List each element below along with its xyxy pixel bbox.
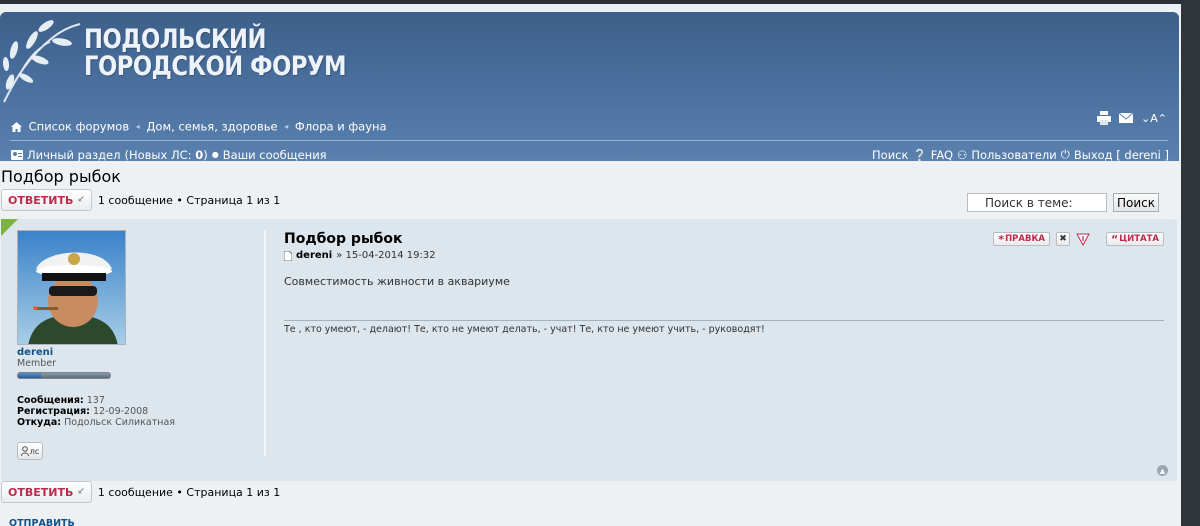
reply-arrow-icon: ↙ [77, 487, 85, 497]
quote-icon: “ [1111, 232, 1119, 246]
quote-button-label: ЦИТАТА [1119, 234, 1159, 244]
avatar-image [18, 231, 125, 344]
delete-button[interactable]: ✖ [1056, 232, 1070, 246]
topic-search-input[interactable] [967, 193, 1107, 212]
post-signature: Те , кто умеют, - делают! Те, кто не уме… [284, 324, 765, 335]
bottom-action-bar: ОТВЕТИТЬ ↙ 1 сообщение • Страница 1 из 1 [1, 481, 280, 503]
reply-button-bottom[interactable]: ОТВЕТИТЬ ↙ [1, 481, 92, 503]
rank-progress-bar [17, 372, 111, 379]
personal-section-link[interactable]: Личный раздел [27, 148, 120, 162]
person-icon [20, 446, 29, 456]
breadcrumb-separator-icon: ◂ [284, 122, 289, 131]
new-pm-count: 0 [195, 147, 204, 162]
location-value: Подольск Силикатная [64, 417, 176, 428]
unread-corner-marker [1, 219, 18, 236]
edit-button-label: ПРАВКА [1005, 234, 1045, 244]
your-posts-link[interactable]: Ваши сообщения [223, 148, 327, 162]
breadcrumb-flora-fauna[interactable]: Флора и фауна [295, 120, 387, 134]
search-link[interactable]: Поиск [872, 148, 908, 162]
logo-line-1: ПОДОЛЬСКИЙ [84, 24, 266, 55]
user-navbar: Личный раздел (Новых ЛС: 0) ● Ваши сообщ… [11, 147, 1169, 162]
members-icon: ⚇ [957, 147, 968, 162]
reply-button-label: ОТВЕТИТЬ [8, 193, 74, 207]
post-author-profile: dereni Member Сообщения: 137 Регистрация… [17, 230, 257, 460]
quote-button[interactable]: “ЦИТАТА [1106, 232, 1164, 246]
breadcrumb: Список форумов ◂ Дом, семья, здоровье ◂ … [11, 119, 387, 134]
forum-header: ПОДОЛЬСКИЙ ГОРОДСКОЙ ФОРУМ Список форумо… [0, 12, 1179, 162]
reply-button[interactable]: ОТВЕТИТЬ ↙ [1, 189, 92, 211]
forum-page: ПОДОЛЬСКИЙ ГОРОДСКОЙ ФОРУМ Список форумо… [0, 4, 1181, 526]
bullet-separator-icon: ● [211, 150, 219, 159]
home-icon [11, 121, 22, 132]
post: dereni Member Сообщения: 137 Регистрация… [1, 219, 1177, 481]
faq-link[interactable]: FAQ [931, 148, 953, 162]
post-author-rank: Member [17, 358, 57, 369]
reply-button-label: ОТВЕТИТЬ [8, 485, 74, 499]
location-label: Откуда: [17, 417, 62, 428]
power-icon: ⏻ [1060, 147, 1070, 161]
pm-label: лс [29, 446, 40, 456]
breadcrumb-home-family-health[interactable]: Дом, семья, здоровье [146, 120, 277, 134]
post-icon [284, 250, 292, 261]
header-tools: ⌄A⌃ [1097, 111, 1167, 125]
olive-branch-logo-icon [2, 20, 81, 103]
registration-value: 12-09-2008 [93, 406, 149, 417]
new-pm-suffix: ) [203, 147, 208, 162]
post-column-divider [264, 230, 266, 456]
post-body: Подбор рыбок dereni » 15-04-2014 19:32 С… [284, 231, 1164, 335]
post-content: Совместимость живности в аквариуме [284, 275, 510, 288]
header-divider [10, 140, 1168, 141]
logout-link[interactable]: Выход [ dereni ] [1074, 148, 1169, 162]
new-pm-prefix: (Новых ЛС: [124, 147, 196, 162]
back-to-top-icon[interactable]: ▲ [1157, 465, 1168, 476]
edit-button[interactable]: * ПРАВКА [993, 232, 1050, 246]
report-icon[interactable] [1076, 233, 1090, 246]
topic-search-button[interactable]: Поиск [1113, 193, 1159, 212]
send-pm-button[interactable]: лс [17, 442, 43, 460]
email-icon[interactable] [1119, 113, 1134, 123]
font-size-toggle[interactable]: ⌄A⌃ [1141, 112, 1167, 125]
window-frame-right [1181, 0, 1200, 526]
post-author-name[interactable]: dereni [17, 347, 257, 358]
breadcrumb-forum-list[interactable]: Список форумов [29, 120, 129, 134]
topic-search: Поиск [967, 193, 1159, 212]
post-meta-date: » 15-04-2014 19:32 [336, 250, 436, 261]
posts-count-value[interactable]: 137 [87, 395, 105, 406]
reply-arrow-icon: ↙ [77, 195, 85, 205]
user-card-icon [11, 149, 23, 160]
post-buttons: * ПРАВКА ✖ “ЦИТАТА [993, 232, 1164, 246]
logo-line-2: ГОРОДСКОЙ ФОРУМ [84, 51, 347, 82]
members-link[interactable]: Пользователи [971, 148, 1056, 162]
print-icon[interactable] [1097, 111, 1112, 125]
post-meta-author[interactable]: dereni [296, 250, 332, 261]
delete-icon: ✖ [1059, 234, 1067, 244]
signature-divider [284, 320, 1164, 321]
avatar[interactable] [17, 230, 126, 345]
pagination-info-bottom: 1 сообщение • Страница 1 из 1 [97, 485, 281, 499]
pagination-info: 1 сообщение • Страница 1 из 1 [97, 193, 281, 207]
new-pm-link[interactable]: (Новых ЛС: 0) [124, 148, 207, 162]
top-action-bar: ОТВЕТИТЬ ↙ 1 сообщение • Страница 1 из 1 [1, 189, 280, 211]
posts-count-label: Сообщения: [17, 395, 84, 406]
edit-icon: * [998, 232, 1005, 246]
rank-progress-fill [18, 373, 41, 378]
profile-stats: Сообщения: 137 Регистрация: 12-09-2008 О… [17, 395, 257, 428]
send-link[interactable]: ОТПРАВИТЬ [9, 518, 75, 526]
forum-logo-text[interactable]: ПОДОЛЬСКИЙ ГОРОДСКОЙ ФОРУМ [84, 24, 347, 82]
faq-icon: ❔ [912, 147, 927, 162]
post-meta: dereni » 15-04-2014 19:32 [284, 250, 1164, 261]
topic-title[interactable]: Подбор рыбок [1, 167, 121, 186]
registration-label: Регистрация: [17, 406, 90, 417]
breadcrumb-separator-icon: ◂ [135, 122, 140, 131]
